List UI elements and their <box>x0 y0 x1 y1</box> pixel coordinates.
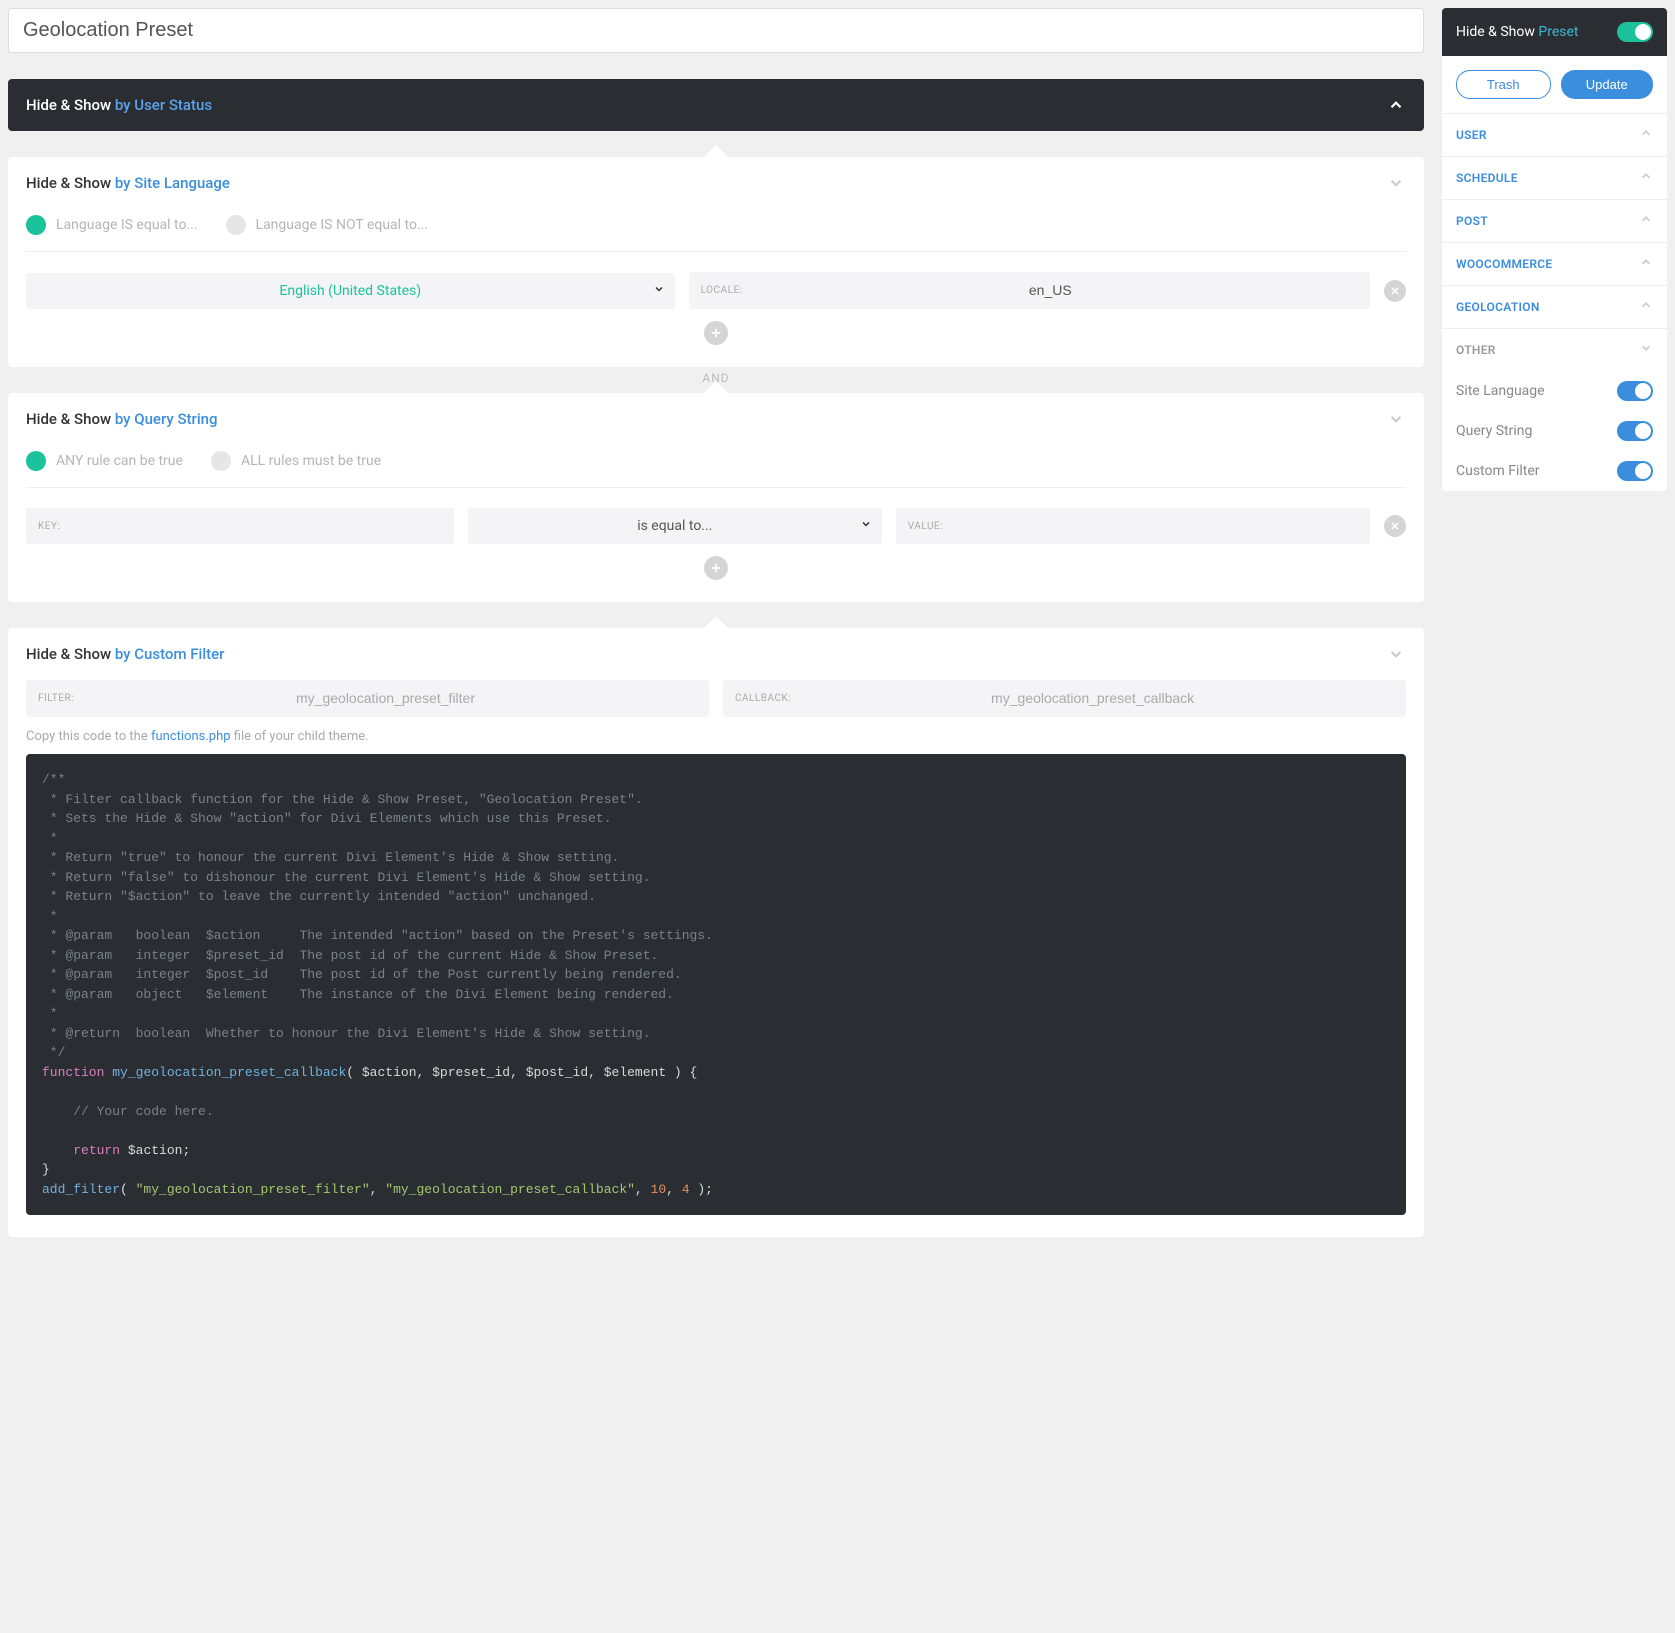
chevron-up-icon <box>1639 126 1653 144</box>
panel-user-status: Hide & Show by User Status <box>8 79 1424 131</box>
chevron-up-icon <box>1639 298 1653 316</box>
chevron-up-icon <box>1386 95 1406 115</box>
panel-query-string-header[interactable]: Hide & Show by Query String <box>8 393 1424 445</box>
chevron-down-icon <box>1386 409 1406 429</box>
code-snippet: /** * Filter callback function for the H… <box>26 754 1406 1215</box>
notch-icon <box>702 145 730 159</box>
locale-input[interactable] <box>743 282 1358 298</box>
chevron-down-icon <box>1386 644 1406 664</box>
chevron-up-icon <box>1639 255 1653 273</box>
panel-custom-filter-header[interactable]: Hide & Show by Custom Filter <box>8 628 1424 680</box>
panel-custom-filter: Hide & Show by Custom Filter FILTER: CAL… <box>8 628 1424 1237</box>
sidebar-section-geolocation[interactable]: GEOLOCATION <box>1442 286 1667 328</box>
radio-any-rule[interactable]: ANY rule can be true <box>26 451 183 471</box>
callback-name-field: CALLBACK: <box>723 680 1406 717</box>
sidebar-section-schedule[interactable]: SCHEDULE <box>1442 157 1667 199</box>
filter-name-input[interactable] <box>74 690 697 706</box>
query-value-field[interactable]: VALUE: <box>896 508 1370 544</box>
add-rule-button[interactable] <box>704 556 728 580</box>
custom-filter-toggle[interactable] <box>1617 461 1653 481</box>
sidebar-section-woocommerce[interactable]: WOOCOMMERCE <box>1442 243 1667 285</box>
query-operator-select[interactable]: is equal to... <box>468 508 882 544</box>
remove-rule-button[interactable] <box>1384 515 1406 537</box>
radio-lang-not-equal[interactable]: Language IS NOT equal to... <box>226 215 429 235</box>
panel-user-status-header[interactable]: Hide & Show by User Status <box>8 79 1424 131</box>
query-string-toggle[interactable] <box>1617 421 1653 441</box>
chevron-down-icon <box>1386 173 1406 193</box>
preset-title-input[interactable] <box>8 8 1424 53</box>
add-rule-button[interactable] <box>704 321 728 345</box>
functions-php-link[interactable]: functions.php <box>151 729 231 744</box>
chevron-up-icon <box>1639 169 1653 187</box>
remove-rule-button[interactable] <box>1384 280 1406 302</box>
query-key-field[interactable]: KEY: <box>26 508 454 544</box>
sidebar-item-site-language: Site Language <box>1442 371 1667 411</box>
code-hint: Copy this code to the functions.php file… <box>26 729 1406 744</box>
sidebar-item-custom-filter: Custom Filter <box>1442 451 1667 491</box>
sidebar-header: Hide & Show Preset <box>1442 8 1667 56</box>
trash-button[interactable]: Trash <box>1456 70 1551 99</box>
chevron-down-icon <box>1639 341 1653 359</box>
panel-site-language-header[interactable]: Hide & Show by Site Language <box>8 157 1424 209</box>
sidebar-section-post[interactable]: POST <box>1442 200 1667 242</box>
sidebar-section-other[interactable]: OTHER <box>1442 329 1667 371</box>
sidebar-item-query-string: Query String <box>1442 411 1667 451</box>
radio-lang-is-equal[interactable]: Language IS equal to... <box>26 215 198 235</box>
callback-name-input[interactable] <box>791 690 1394 706</box>
caret-down-icon <box>860 518 872 534</box>
filter-name-field: FILTER: <box>26 680 709 717</box>
language-select[interactable]: English (United States) <box>26 273 675 309</box>
site-language-toggle[interactable] <box>1617 381 1653 401</box>
panel-site-language: Hide & Show by Site Language Language IS… <box>8 157 1424 367</box>
sidebar: Hide & Show Preset Trash Update USER SCH… <box>1442 8 1667 491</box>
chevron-up-icon <box>1639 212 1653 230</box>
radio-all-rules[interactable]: ALL rules must be true <box>211 451 381 471</box>
notch-icon <box>702 381 730 395</box>
panel-query-string: AND Hide & Show by Query String ANY rule… <box>8 393 1424 602</box>
notch-icon <box>702 616 730 630</box>
caret-down-icon <box>653 283 665 299</box>
locale-field: LOCALE: <box>689 272 1370 309</box>
preset-enabled-toggle[interactable] <box>1617 22 1653 42</box>
update-button[interactable]: Update <box>1561 70 1654 99</box>
sidebar-section-user[interactable]: USER <box>1442 114 1667 156</box>
